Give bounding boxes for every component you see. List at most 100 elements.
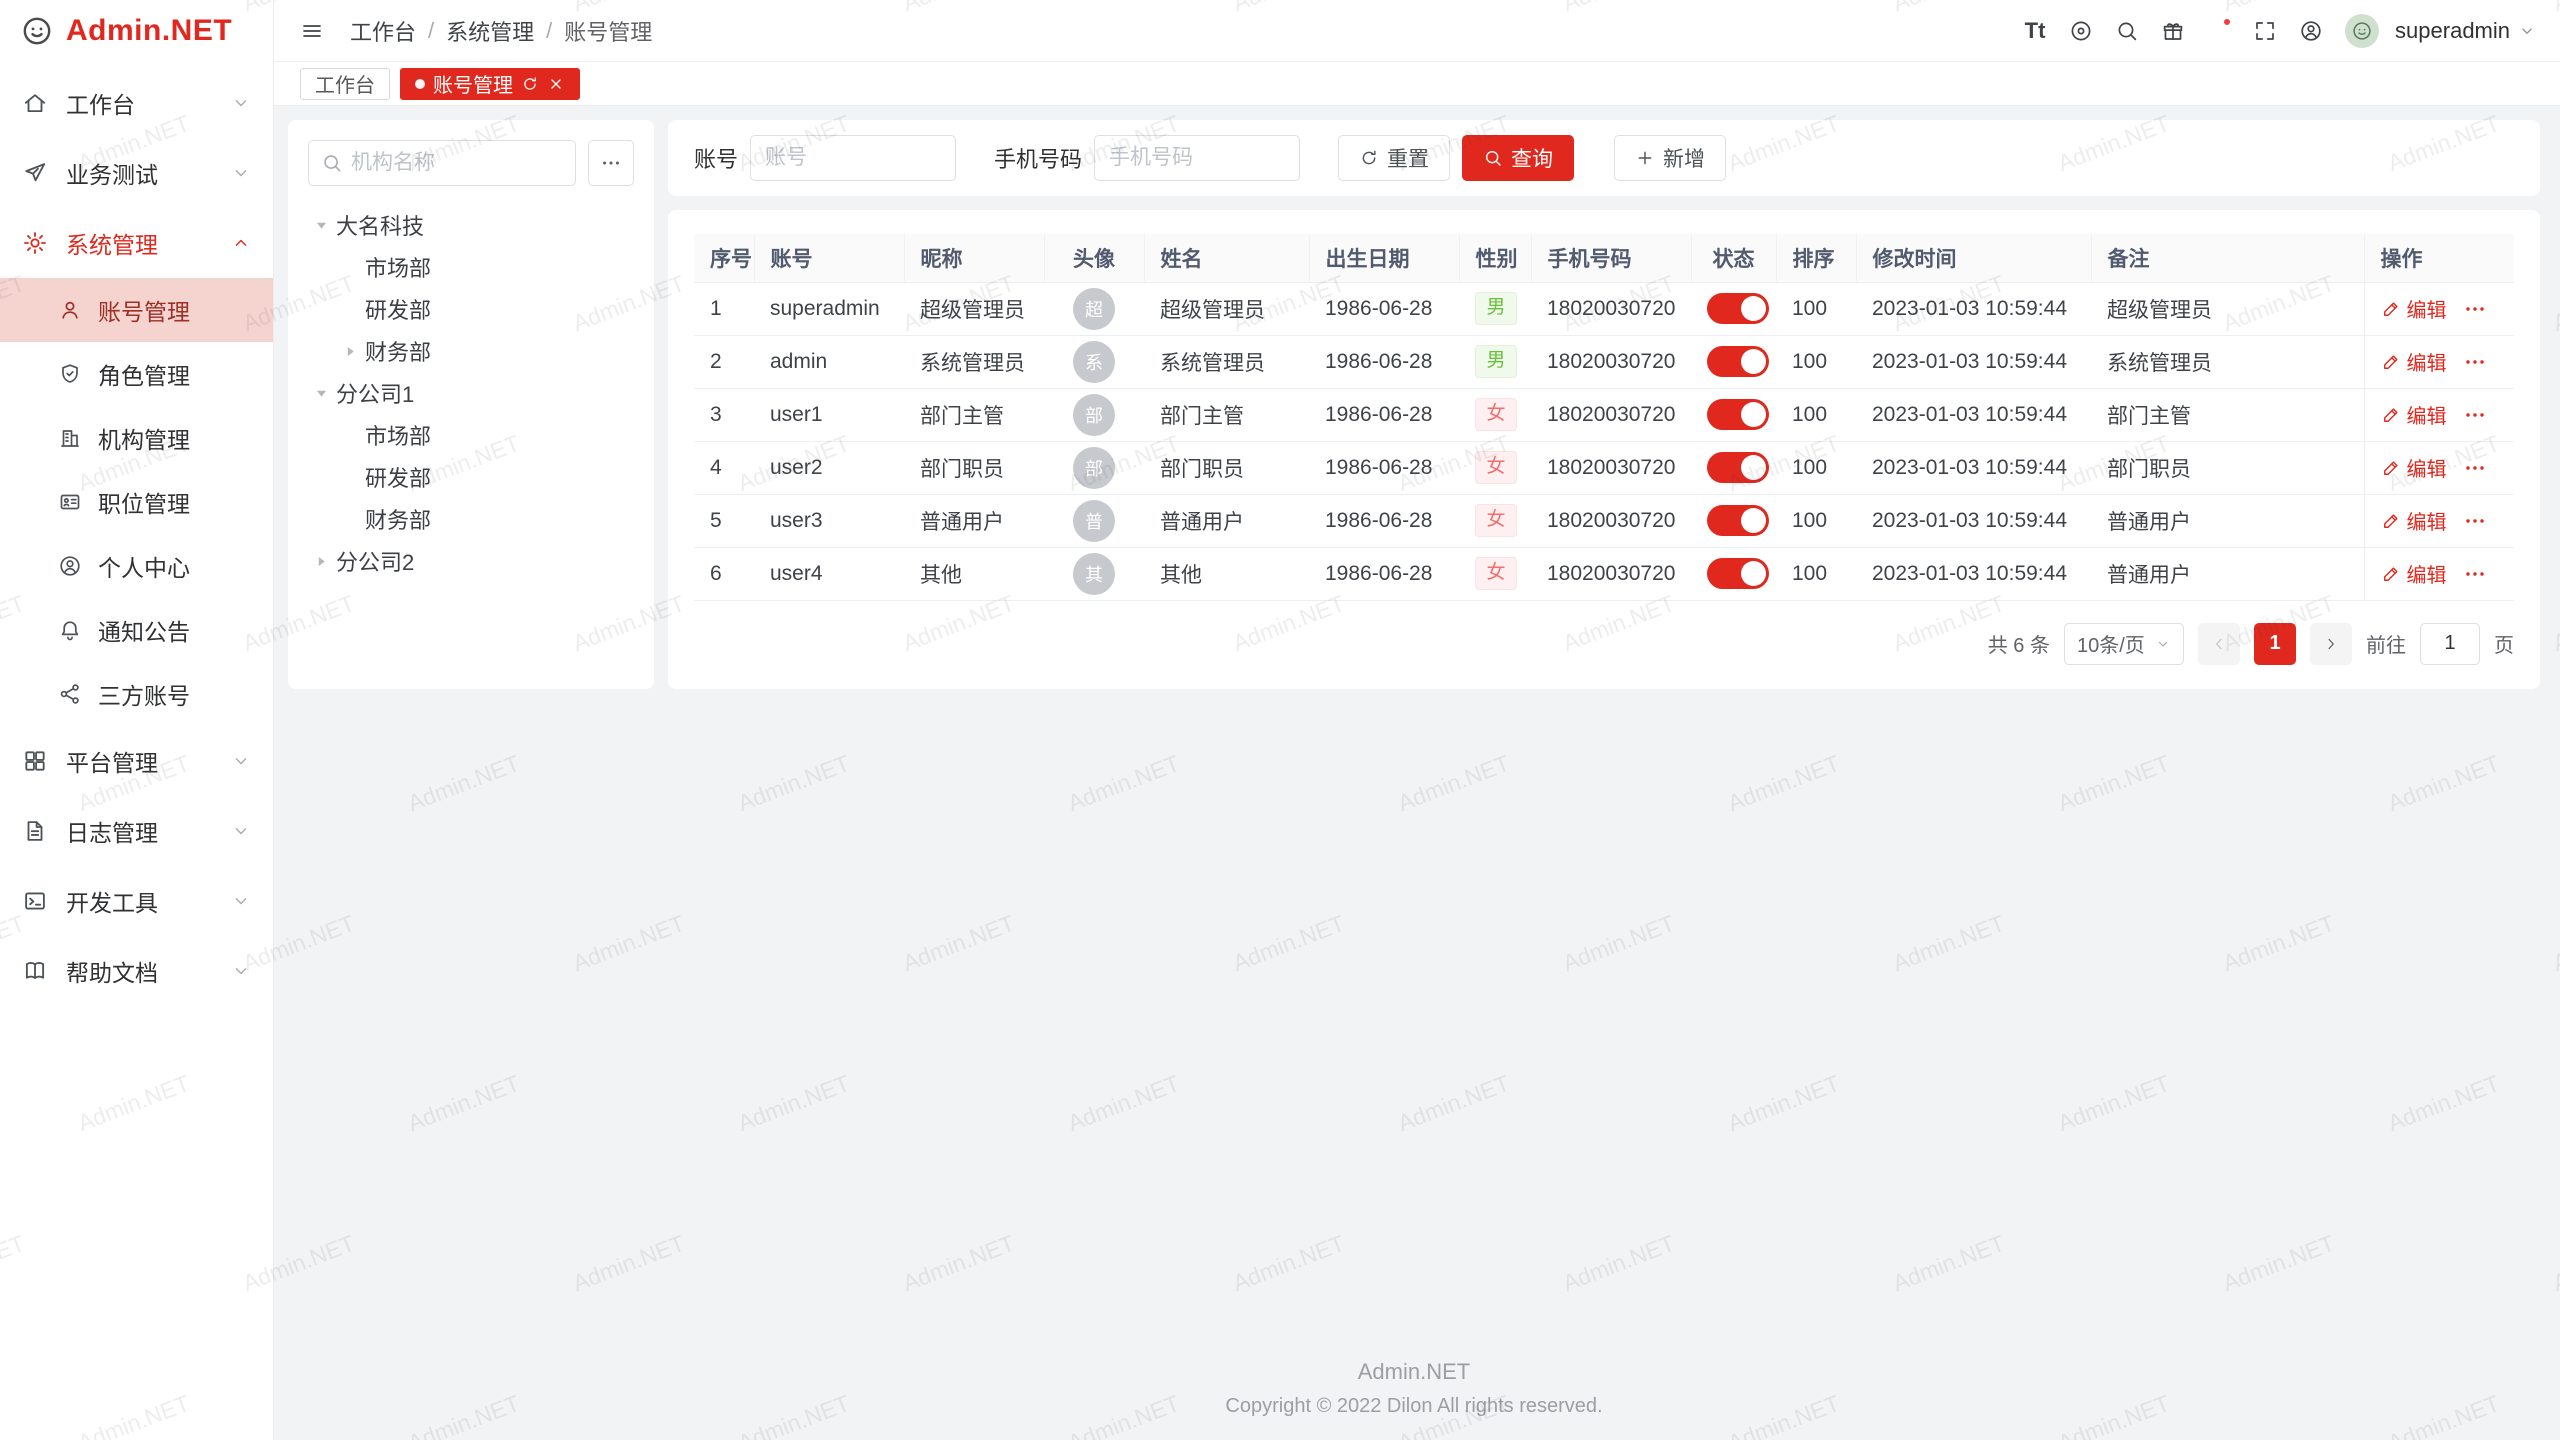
- cell-birth-date: 1986-06-28: [1309, 335, 1459, 388]
- sidebar-item-3[interactable]: 平台管理: [0, 726, 273, 796]
- sidebar-collapse-icon[interactable]: [292, 11, 332, 51]
- account-input[interactable]: [750, 135, 956, 181]
- cell-birth-date: 1986-06-28: [1309, 547, 1459, 600]
- edit-button[interactable]: 编辑: [2381, 400, 2447, 429]
- cell-modified-time: 2023-01-03 10:59:44: [1856, 335, 2091, 388]
- toggle-knob: [1741, 349, 1766, 374]
- user-icon[interactable]: [2291, 11, 2331, 51]
- sidebar-subitem-2-2[interactable]: 机构管理: [0, 406, 273, 470]
- theme-icon[interactable]: [2153, 11, 2193, 51]
- breadcrumb-separator: /: [546, 18, 552, 44]
- tab-close-icon[interactable]: [547, 75, 565, 93]
- goto-label: 前往: [2366, 629, 2406, 658]
- user-avatar[interactable]: [2345, 14, 2379, 48]
- cell-account: admin: [754, 335, 904, 388]
- more-actions-button[interactable]: [2463, 350, 2487, 374]
- cell-name: 部门职员: [1144, 441, 1309, 494]
- more-actions-button[interactable]: [2463, 562, 2487, 586]
- pagination-total: 共 6 条: [1988, 629, 2050, 658]
- add-label: 新增: [1663, 143, 1705, 173]
- circle-dot-icon: [2069, 19, 2093, 43]
- sidebar-subitem-2-5[interactable]: 通知公告: [0, 598, 273, 662]
- component-size-icon[interactable]: [2061, 11, 2101, 51]
- page-size-select[interactable]: 10条/页: [2064, 623, 2184, 665]
- status-toggle[interactable]: [1707, 505, 1769, 536]
- breadcrumb-item-workbench[interactable]: 工作台: [350, 15, 416, 47]
- sidebar-item-1[interactable]: 业务测试: [0, 138, 273, 208]
- status-toggle[interactable]: [1707, 293, 1769, 324]
- more-actions-button[interactable]: [2463, 297, 2487, 321]
- goto-page-input[interactable]: [2420, 623, 2480, 665]
- sidebar-subitem-2-1[interactable]: 角色管理: [0, 342, 273, 406]
- cell-remark: 系统管理员: [2091, 335, 2364, 388]
- logo[interactable]: Admin.NET: [0, 0, 273, 62]
- edit-button[interactable]: 编辑: [2381, 559, 2447, 588]
- tree-node-1[interactable]: 市场部: [308, 246, 634, 288]
- edit-button[interactable]: 编辑: [2381, 347, 2447, 376]
- add-button[interactable]: 新增: [1614, 135, 1726, 181]
- status-toggle[interactable]: [1707, 452, 1769, 483]
- tree-node-5[interactable]: 市场部: [308, 414, 634, 456]
- phone-input[interactable]: [1094, 135, 1300, 181]
- account-label: 账号: [694, 142, 738, 174]
- sidebar-menu: 工作台 业务测试 系统管理 账号管理 角色管理 机构管理: [0, 62, 273, 1440]
- chevron-down-icon: [231, 163, 251, 183]
- tab-workbench[interactable]: 工作台: [300, 68, 390, 100]
- tree-node-2[interactable]: 研发部: [308, 288, 634, 330]
- status-toggle[interactable]: [1707, 346, 1769, 377]
- edit-button[interactable]: 编辑: [2381, 506, 2447, 535]
- sidebar-item-label: 工作台: [66, 86, 135, 120]
- caret-icon[interactable]: [312, 552, 330, 570]
- edit-button[interactable]: 编辑: [2381, 453, 2447, 482]
- tab-refresh-icon[interactable]: [521, 75, 539, 93]
- font-size-icon[interactable]: Tt: [2015, 11, 2055, 51]
- sidebar-item-4[interactable]: 日志管理: [0, 796, 273, 866]
- sidebar-subitem-2-3[interactable]: 职位管理: [0, 470, 273, 534]
- next-page-button[interactable]: [2310, 623, 2352, 665]
- more-actions-button[interactable]: [2463, 403, 2487, 427]
- tab-account-management[interactable]: 账号管理: [400, 68, 580, 100]
- sidebar-subitem-2-0[interactable]: 账号管理: [0, 278, 273, 342]
- tree-node-8[interactable]: 分公司2: [308, 540, 634, 582]
- search-icon[interactable]: [2107, 11, 2147, 51]
- avatar: 超: [1073, 288, 1115, 330]
- logo-text: Admin.NET: [66, 14, 232, 48]
- fullscreen-icon[interactable]: [2245, 11, 2285, 51]
- caret-icon[interactable]: [341, 342, 359, 360]
- tab-label: 账号管理: [433, 69, 513, 98]
- status-toggle[interactable]: [1707, 399, 1769, 430]
- tree-node-label: 研发部: [365, 461, 431, 493]
- more-actions-button[interactable]: [2463, 456, 2487, 480]
- tree-node-6[interactable]: 研发部: [308, 456, 634, 498]
- caret-icon[interactable]: [312, 384, 330, 402]
- org-more-button[interactable]: [588, 140, 634, 186]
- caret-icon[interactable]: [312, 216, 330, 234]
- sidebar-item-0[interactable]: 工作台: [0, 68, 273, 138]
- notification-icon[interactable]: [2199, 11, 2239, 51]
- phone-label: 手机号码: [994, 142, 1082, 174]
- tree-node-0[interactable]: 大名科技: [308, 204, 634, 246]
- sidebar-subitem-2-4[interactable]: 个人中心: [0, 534, 273, 598]
- breadcrumb-item-system[interactable]: 系统管理: [446, 15, 534, 47]
- page-1-button[interactable]: 1: [2254, 623, 2296, 665]
- sidebar-subitem-2-6[interactable]: 三方账号: [0, 662, 273, 726]
- sidebar-item-2[interactable]: 系统管理: [0, 208, 273, 278]
- tree-node-4[interactable]: 分公司1: [308, 372, 634, 414]
- edit-button[interactable]: 编辑: [2381, 294, 2447, 323]
- more-actions-button[interactable]: [2463, 509, 2487, 533]
- org-search-input[interactable]: [351, 151, 563, 175]
- cell-avatar: 其: [1044, 547, 1144, 600]
- query-button[interactable]: 查询: [1462, 135, 1574, 181]
- sidebar-item-5[interactable]: 开发工具: [0, 866, 273, 936]
- refresh-icon: [1359, 148, 1379, 168]
- status-toggle[interactable]: [1707, 558, 1769, 589]
- reset-button[interactable]: 重置: [1338, 135, 1450, 181]
- chevron-down-icon[interactable]: [2518, 22, 2536, 40]
- cell-account: superadmin: [754, 282, 904, 335]
- sidebar-item-6[interactable]: 帮助文档: [0, 936, 273, 1006]
- tree-node-7[interactable]: 财务部: [308, 498, 634, 540]
- column-header-gender: 性别: [1459, 234, 1531, 282]
- prev-page-button[interactable]: [2198, 623, 2240, 665]
- tree-node-3[interactable]: 财务部: [308, 330, 634, 372]
- username[interactable]: superadmin: [2395, 18, 2510, 44]
